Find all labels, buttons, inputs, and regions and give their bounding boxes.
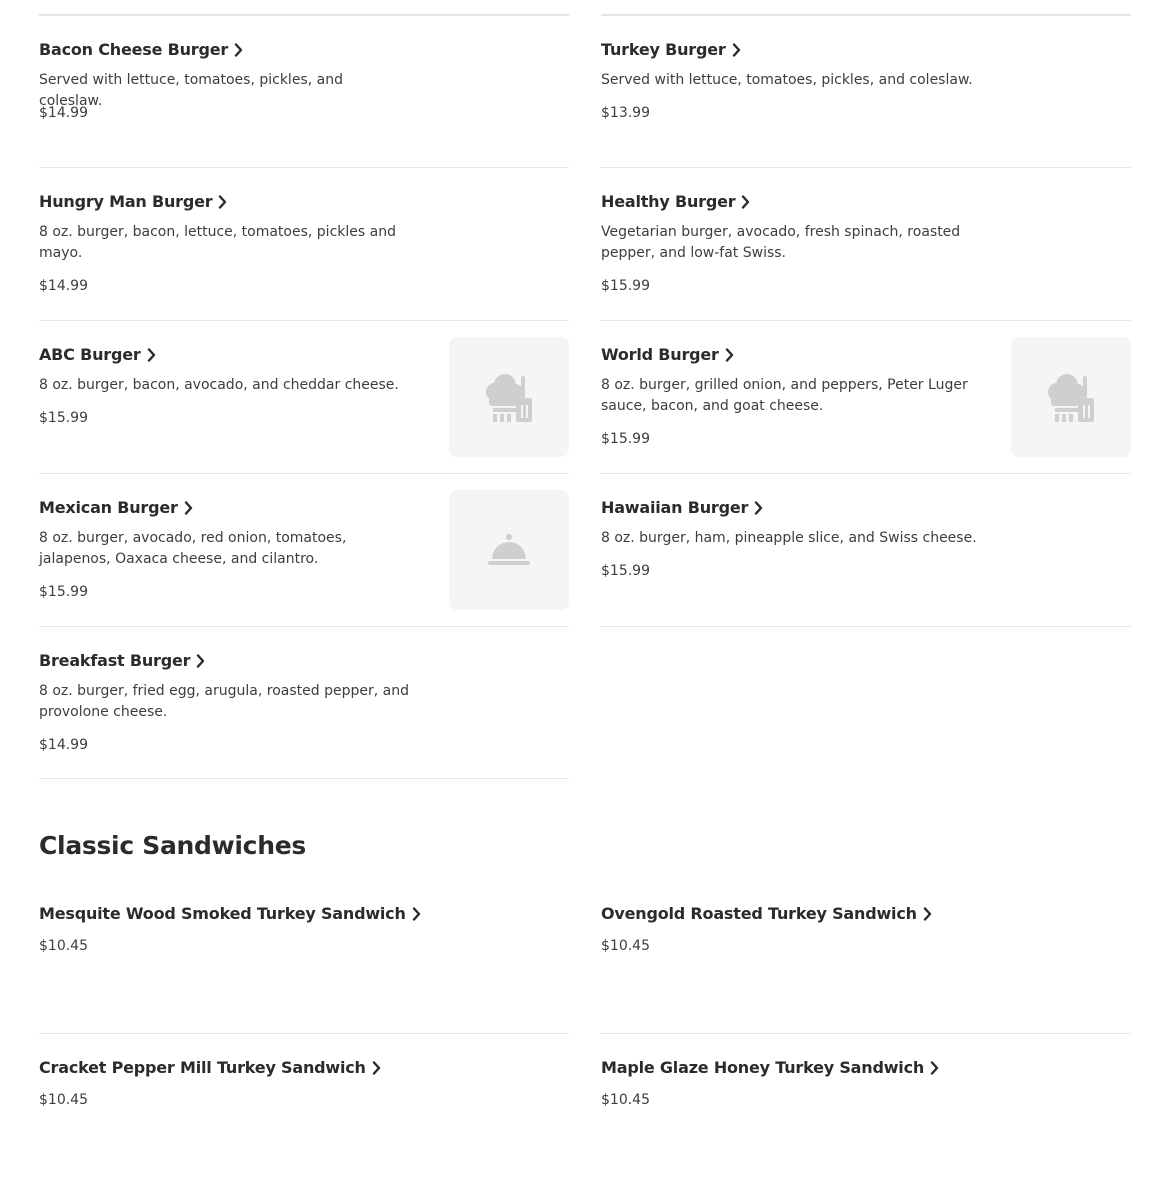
menu-item[interactable]: Mexican Burger 8 oz. burger, avocado, re… (39, 473, 569, 625)
menu-item[interactable]: Hawaiian Burger 8 oz. burger, ham, pinea… (601, 473, 1131, 625)
menu-item-image-placeholder[interactable] (449, 337, 569, 457)
menu-item-title[interactable]: Maple Glaze Honey Turkey Sandwich (601, 1058, 939, 1077)
menu-item-image-placeholder[interactable] (1011, 337, 1131, 457)
menu-item-price: $15.99 (601, 431, 650, 447)
menu-item[interactable]: Mesquite Wood Smoked Turkey Sandwich $10… (39, 880, 569, 1032)
menu-item-price: $14.99 (39, 105, 88, 121)
menu-item-title[interactable]: Mexican Burger (39, 498, 193, 517)
menu-item-price: $10.45 (39, 1092, 88, 1108)
menu-item[interactable]: Healthy Burger Vegetarian burger, avocad… (601, 167, 1131, 319)
menu-item[interactable]: Hungry Man Burger 8 oz. burger, bacon, l… (39, 167, 569, 319)
menu-item-description: Served with lettuce, tomatoes, pickles, … (601, 72, 973, 88)
chevron-right-icon (412, 906, 420, 921)
chevron-right-icon (219, 194, 227, 209)
chevron-right-icon (923, 906, 931, 921)
menu-item[interactable]: Ovengold Roasted Turkey Sandwich $10.45 (601, 880, 1131, 1032)
section-title: Classic Sandwiches (39, 831, 306, 860)
chevron-right-icon (147, 347, 155, 362)
menu-item[interactable]: World Burger 8 oz. burger, grilled onion… (601, 320, 1131, 472)
menu-item-description: Served with lettuce, tomatoes, pickles, … (39, 72, 343, 109)
menu-item-image-placeholder[interactable] (449, 490, 569, 610)
chevron-right-icon (234, 42, 243, 57)
menu-item-description: 8 oz. burger, ham, pineapple slice, and … (601, 530, 977, 546)
menu-item-description: 8 oz. burger, avocado, red onion, tomato… (39, 530, 347, 567)
menu-item-title[interactable]: Hungry Man Burger (39, 192, 227, 211)
menu-item-title[interactable]: Mesquite Wood Smoked Turkey Sandwich (39, 904, 421, 923)
menu-item[interactable]: Bacon Cheese Burger Served with lettuce,… (39, 15, 569, 167)
menu-item[interactable]: Maple Glaze Honey Turkey Sandwich $10.45 (601, 1033, 1131, 1185)
cloche-icon (488, 534, 530, 565)
menu-item-price: $15.99 (39, 584, 88, 600)
menu-item-title[interactable]: Turkey Burger (601, 40, 741, 59)
menu-item[interactable]: ABC Burger 8 oz. burger, bacon, avocado,… (39, 320, 569, 472)
menu-item-price: $13.99 (601, 105, 650, 121)
menu-item-description: 8 oz. burger, bacon, avocado, and chedda… (39, 377, 399, 393)
chevron-right-icon (754, 500, 763, 515)
menu-item-price: $14.99 (39, 737, 88, 753)
chevron-right-icon (725, 347, 733, 362)
chevron-right-icon (184, 500, 192, 515)
menu-item-description: 8 oz. burger, bacon, lettuce, tomatoes, … (39, 224, 396, 261)
menu-item-title[interactable]: Ovengold Roasted Turkey Sandwich (601, 904, 932, 923)
menu-item-price: $15.99 (601, 563, 650, 579)
menu-item-description: 8 oz. burger, fried egg, arugula, roaste… (39, 683, 409, 720)
menu-item-title[interactable]: Cracket Pepper Mill Turkey Sandwich (39, 1058, 381, 1077)
menu-item-title[interactable]: World Burger (601, 345, 734, 364)
menu-item-title[interactable]: Bacon Cheese Burger (39, 40, 243, 59)
chef-icon (1048, 374, 1094, 422)
chevron-right-icon (742, 194, 750, 209)
menu-item-price: $10.45 (601, 1092, 650, 1108)
menu-item-title[interactable]: ABC Burger (39, 345, 156, 364)
menu-item[interactable]: Turkey Burger Served with lettuce, tomat… (601, 15, 1131, 167)
menu-item-description: Vegetarian burger, avocado, fresh spinac… (601, 224, 961, 261)
menu-item[interactable]: Cracket Pepper Mill Turkey Sandwich $10.… (39, 1033, 569, 1185)
chevron-right-icon (930, 1060, 939, 1075)
menu-item-price: $14.99 (39, 278, 88, 294)
chevron-right-icon (197, 653, 205, 668)
menu-item[interactable]: Breakfast Burger 8 oz. burger, fried egg… (39, 626, 569, 779)
menu-item-description: 8 oz. burger, grilled onion, and peppers… (601, 377, 968, 414)
chevron-right-icon (372, 1060, 380, 1075)
divider (601, 626, 1131, 627)
chevron-right-icon (732, 42, 740, 57)
menu-item-title[interactable]: Breakfast Burger (39, 651, 205, 670)
menu-item-price: $10.45 (39, 938, 88, 954)
menu-item-price: $15.99 (601, 278, 650, 294)
chef-icon (486, 374, 532, 422)
menu-item-title[interactable]: Hawaiian Burger (601, 498, 763, 517)
menu-item-price: $10.45 (601, 938, 650, 954)
menu-item-price: $15.99 (39, 410, 88, 426)
menu-item-title[interactable]: Healthy Burger (601, 192, 750, 211)
